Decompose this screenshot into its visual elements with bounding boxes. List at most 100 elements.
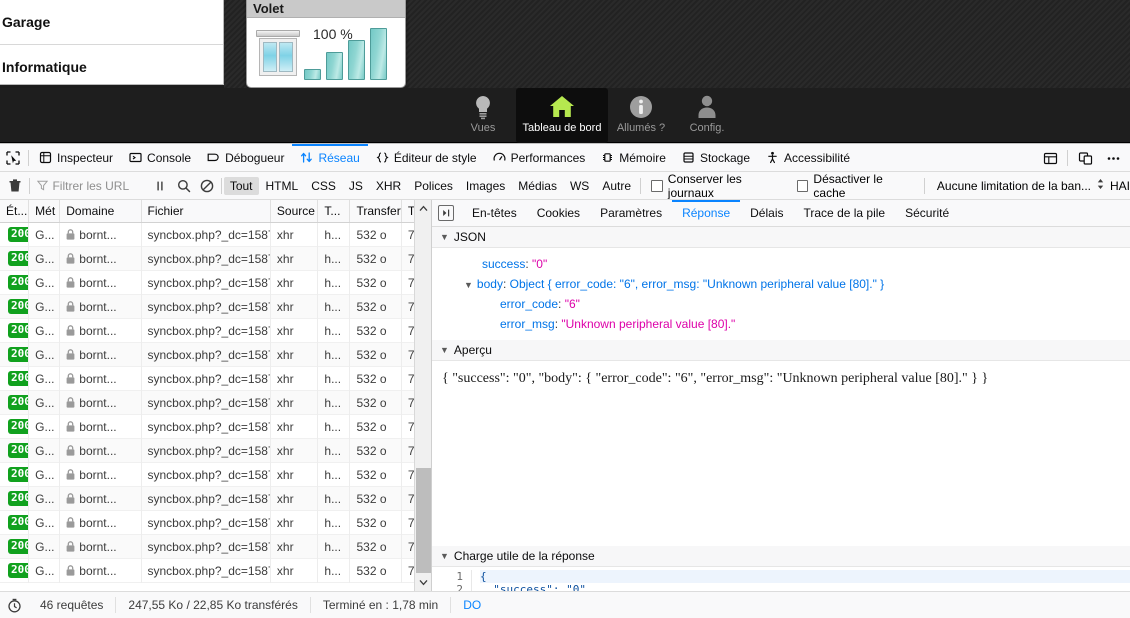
filter-chip-xhr[interactable]: XHR — [370, 177, 407, 195]
section-header-json[interactable]: ▼ JSON — [432, 227, 1130, 248]
tab-accessibilite[interactable]: Accessibilité — [758, 144, 858, 172]
tab-editeur-de-style[interactable]: Éditeur de style — [368, 144, 485, 172]
tab-reseau[interactable]: Réseau — [292, 144, 367, 172]
widget-volet[interactable]: Volet 100 % — [246, 0, 406, 88]
table-row[interactable]: 200 G... bornt... syncbox.php?_dc=1587... xh… — [0, 534, 431, 559]
detail-tab-reponse[interactable]: Réponse — [672, 200, 740, 227]
json-value: "6" — [564, 297, 580, 311]
filter-chip-autre[interactable]: Autre — [596, 177, 637, 195]
cell-domain: bornt... — [60, 558, 142, 583]
json-row[interactable]: success: "0" — [432, 254, 1130, 274]
filter-chip-medias[interactable]: Médias — [512, 177, 563, 195]
nav-item-allumes[interactable]: Allumés ? — [608, 88, 674, 143]
expand-panel-icon[interactable] — [438, 205, 454, 221]
cell-domain: bornt... — [60, 222, 142, 247]
checkbox-conserver-les-journaux[interactable]: Conserver les journaux — [650, 172, 789, 199]
nav-item-config[interactable]: Config. — [674, 88, 740, 143]
column-header-etat[interactable]: Ét... — [0, 200, 30, 222]
column-header-methode[interactable]: Mét — [29, 200, 61, 222]
section-header-apercu[interactable]: ▼ Aperçu — [432, 340, 1130, 361]
tab-console[interactable]: Console — [121, 144, 199, 172]
json-row[interactable]: ▼ body: Object { error_code: "6", error_m… — [432, 274, 1130, 294]
search-icon[interactable] — [172, 174, 196, 198]
level-bar-3[interactable] — [348, 40, 365, 80]
search-input[interactable]: Filtrer les URL — [32, 176, 148, 196]
cell-domain: bornt... — [60, 534, 142, 559]
filter-chip-html[interactable]: HTML — [260, 177, 305, 195]
cell-file: syncbox.php?_dc=1587... — [142, 438, 271, 463]
responsive-design-icon[interactable] — [1072, 146, 1098, 170]
table-row[interactable]: 200 G... bornt... syncbox.php?_dc=1587... xh… — [0, 390, 431, 415]
level-bar-4[interactable] — [370, 28, 387, 80]
chevron-down-icon[interactable]: ▼ — [464, 280, 473, 290]
throttling-dropdown[interactable]: Aucune limitation de la ban... HAI — [937, 178, 1130, 193]
response-payload-source[interactable]: 12345678 { "success": "0", "body": { "er… — [432, 570, 1130, 591]
filter-chip-ws[interactable]: WS — [564, 177, 595, 195]
table-row[interactable]: 200 G... bornt... syncbox.php?_dc=1587... xh… — [0, 366, 431, 391]
table-row[interactable]: 200 G... bornt... syncbox.php?_dc=1587... xh… — [0, 510, 431, 535]
level-bar-2[interactable] — [326, 52, 343, 80]
block-icon[interactable] — [195, 174, 219, 198]
har-label[interactable]: HAI — [1110, 179, 1130, 193]
tab-stockage[interactable]: Stockage — [674, 144, 758, 172]
detail-tab-securite[interactable]: Sécurité — [895, 200, 959, 227]
table-row[interactable]: 200 G... bornt... syncbox.php?_dc=1587... xh… — [0, 414, 431, 439]
nav-item-vues[interactable]: Vues — [450, 88, 516, 143]
column-header-source[interactable]: Source — [271, 200, 319, 222]
cell-method: G... — [29, 534, 61, 559]
cell-file: syncbox.php?_dc=1587... — [142, 222, 271, 247]
pause-icon[interactable] — [148, 174, 172, 198]
checkbox-desactiver-le-cache[interactable]: Désactiver le cache — [796, 172, 916, 199]
detail-tab-trace-de-la-pile[interactable]: Trace de la pile — [794, 200, 896, 227]
column-header-fichier[interactable]: Fichier — [142, 200, 271, 222]
json-row[interactable]: error_msg: "Unknown peripheral value [80… — [432, 314, 1130, 334]
filter-chip-polices[interactable]: Polices — [408, 177, 459, 195]
filter-chip-js[interactable]: JS — [343, 177, 369, 195]
column-header-type[interactable]: T... — [318, 200, 351, 222]
tab-memoire[interactable]: Mémoire — [593, 144, 674, 172]
nav-item-label: Tableau de bord — [522, 122, 602, 134]
cell-file: syncbox.php?_dc=1587... — [142, 342, 271, 367]
table-row[interactable]: 200 G... bornt... syncbox.php?_dc=1587... xh… — [0, 558, 431, 583]
element-picker-icon[interactable] — [0, 144, 26, 172]
table-row[interactable]: 200 G... bornt... syncbox.php?_dc=1587... xh… — [0, 318, 431, 343]
detail-tab-delais[interactable]: Délais — [740, 200, 793, 227]
column-header-domaine[interactable]: Domaine — [60, 200, 142, 222]
scrollbar-thumb[interactable] — [416, 468, 431, 573]
scroll-up-icon[interactable] — [415, 200, 431, 217]
json-key: success — [482, 257, 526, 271]
table-row[interactable]: 200 G... bornt... syncbox.php?_dc=1587... xh… — [0, 270, 431, 295]
split-console-icon[interactable] — [1037, 146, 1063, 170]
scroll-down-icon[interactable] — [415, 574, 431, 591]
table-row[interactable]: 200 G... bornt... syncbox.php?_dc=1587... xh… — [0, 294, 431, 319]
nav-item-tableau-de-bord[interactable]: Tableau de bord — [516, 88, 608, 143]
detail-tab-en-tetes[interactable]: En-têtes — [462, 200, 527, 227]
tab-label: Performances — [510, 150, 586, 165]
detail-tab-cookies[interactable]: Cookies — [527, 200, 590, 227]
filter-chip-images[interactable]: Images — [460, 177, 511, 195]
filter-chip-tout[interactable]: Tout — [223, 176, 259, 195]
section-header-charge-utile[interactable]: ▼ Charge utile de la réponse — [432, 546, 1130, 567]
menu-item-garage[interactable]: Garage — [0, 0, 223, 44]
table-row[interactable]: 200 G... bornt... syncbox.php?_dc=1587... xh… — [0, 462, 431, 487]
menu-item-informatique[interactable]: Informatique — [0, 44, 223, 88]
tab-inspecteur[interactable]: Inspecteur — [31, 144, 121, 172]
more-options-icon[interactable] — [1100, 146, 1126, 170]
table-row[interactable]: 200 G... bornt... syncbox.php?_dc=1587... xh… — [0, 486, 431, 511]
table-row[interactable]: 200 G... bornt... syncbox.php?_dc=1587... xh… — [0, 222, 431, 247]
detail-tab-parametres[interactable]: Paramètres — [590, 200, 672, 227]
site-menu-panel: Garage Informatique — [0, 0, 224, 85]
filter-chip-css[interactable]: CSS — [305, 177, 342, 195]
table-row[interactable]: 200 G... bornt... syncbox.php?_dc=1587... xh… — [0, 438, 431, 463]
level-bar-1[interactable] — [304, 69, 321, 80]
table-row[interactable]: 200 G... bornt... syncbox.php?_dc=1587... xh… — [0, 342, 431, 367]
column-header-transfert[interactable]: Transfert — [350, 200, 402, 222]
inspector-icon — [39, 151, 52, 164]
table-row[interactable]: 200 G... bornt... syncbox.php?_dc=1587... xh… — [0, 246, 431, 271]
trash-icon[interactable] — [2, 173, 27, 199]
cell-domain: bornt... — [60, 318, 142, 343]
json-row[interactable]: error_code: "6" — [432, 294, 1130, 314]
tab-performances[interactable]: Performances — [485, 144, 594, 172]
tab-debogueur[interactable]: Débogueur — [199, 144, 292, 172]
request-list-scrollbar[interactable] — [414, 200, 431, 591]
